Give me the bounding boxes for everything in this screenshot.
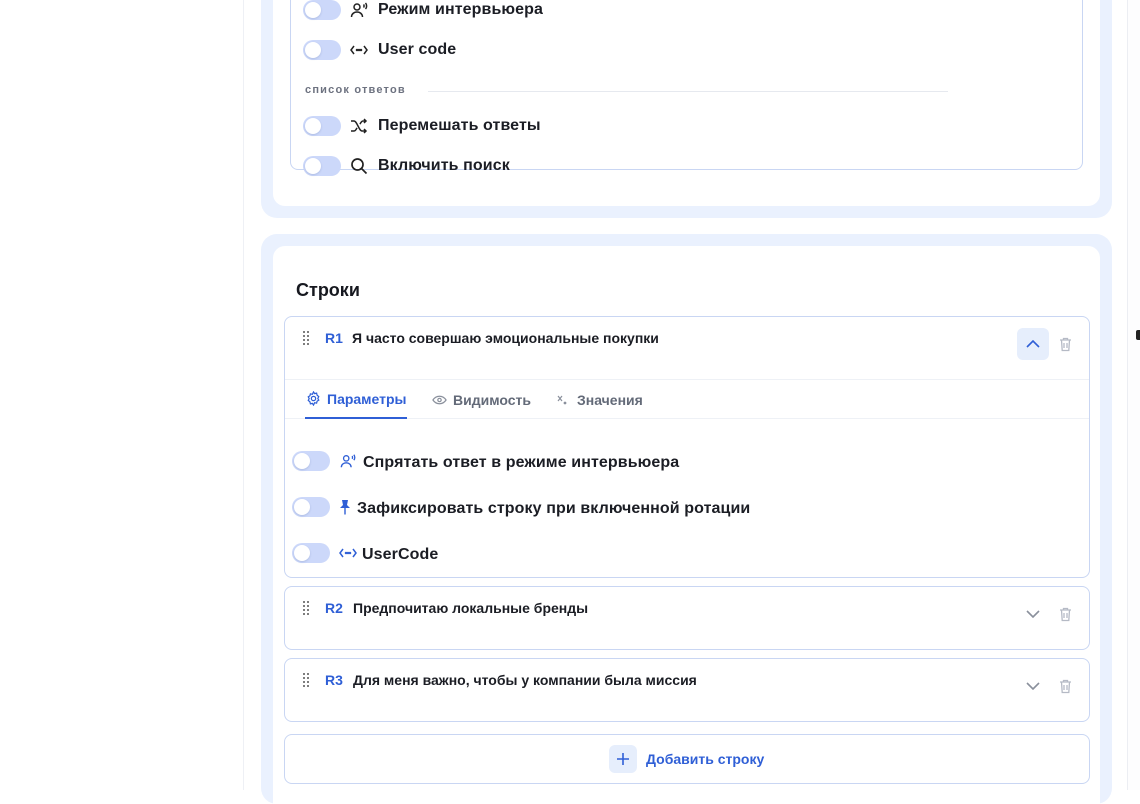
hide-answer-interviewer-toggle[interactable] bbox=[292, 451, 330, 471]
variable-icon bbox=[555, 392, 571, 408]
search-icon bbox=[349, 156, 369, 176]
row-code: R2 bbox=[325, 600, 343, 616]
interviewer-mode-label: Режим интервьюера bbox=[378, 1, 544, 18]
trash-icon bbox=[1059, 337, 1071, 351]
drag-handle-icon[interactable] bbox=[303, 673, 311, 687]
row-item-r1[interactable]: R1 Я часто совершаю эмоциональные покупк… bbox=[284, 316, 1090, 578]
left-panel bbox=[0, 0, 244, 790]
enable-search-toggle[interactable] bbox=[303, 156, 341, 176]
pin-row-rotation-label: Зафиксировать строку при включенной рота… bbox=[357, 500, 751, 517]
row-code: R1 bbox=[325, 330, 343, 346]
eye-icon bbox=[431, 392, 447, 408]
delete-row-button[interactable] bbox=[1057, 335, 1073, 353]
expand-row-button[interactable] bbox=[1017, 670, 1049, 702]
row-tabs: Параметры Видимость Значения bbox=[285, 379, 1089, 419]
row-code: R3 bbox=[325, 672, 343, 688]
chevron-down-icon bbox=[1026, 610, 1040, 618]
row-text[interactable]: Для меня важно, чтобы у компании была ми… bbox=[353, 672, 697, 688]
delete-row-button[interactable] bbox=[1057, 677, 1073, 695]
drag-handle-icon[interactable] bbox=[303, 331, 311, 345]
chevron-up-icon bbox=[1026, 340, 1040, 348]
tab-visibility[interactable]: Видимость bbox=[431, 380, 531, 419]
code-icon bbox=[339, 544, 357, 562]
scrollbar-track[interactable] bbox=[1127, 0, 1140, 790]
tab-values-label: Значения bbox=[577, 391, 643, 408]
pin-row-rotation-toggle[interactable] bbox=[292, 497, 330, 517]
user-code-label: User code bbox=[378, 41, 457, 58]
enable-search-label: Включить поиск bbox=[378, 157, 510, 174]
add-row-button[interactable]: Добавить строку bbox=[284, 734, 1090, 784]
pin-icon bbox=[337, 498, 353, 516]
question-options-card-inner: Режим интервьюера User code список ответ… bbox=[273, 0, 1100, 206]
rows-section-title: Строки bbox=[296, 280, 360, 300]
gear-icon bbox=[305, 391, 321, 407]
tab-parameters[interactable]: Параметры bbox=[305, 380, 407, 419]
rows-card: Строки R1 Я часто совершаю эмоциональные… bbox=[261, 234, 1112, 804]
row-item-r2[interactable]: R2 Предпочитаю локальные бренды bbox=[284, 586, 1090, 650]
drag-handle-icon[interactable] bbox=[303, 601, 311, 615]
interviewer-icon bbox=[349, 0, 369, 20]
shuffle-answers-label: Перемешать ответы bbox=[378, 117, 541, 134]
row-usercode-label: UserCode bbox=[362, 546, 439, 563]
expand-row-button[interactable] bbox=[1017, 598, 1049, 630]
collapse-row-button[interactable] bbox=[1017, 328, 1049, 360]
interviewer-icon bbox=[339, 452, 357, 470]
scrollbar-thumb[interactable] bbox=[1136, 330, 1140, 340]
question-options-box: Режим интервьюера User code список ответ… bbox=[290, 0, 1083, 176]
trash-icon bbox=[1059, 679, 1071, 693]
tab-visibility-label: Видимость bbox=[453, 391, 531, 408]
plus-icon bbox=[609, 745, 637, 773]
section-divider bbox=[428, 91, 948, 92]
rows-card-inner: Строки R1 Я часто совершаю эмоциональные… bbox=[273, 246, 1100, 804]
delete-row-button[interactable] bbox=[1057, 605, 1073, 623]
question-options-card: Режим интервьюера User code список ответ… bbox=[261, 0, 1112, 218]
shuffle-icon bbox=[349, 116, 369, 136]
chevron-down-icon bbox=[1026, 682, 1040, 690]
code-icon bbox=[349, 40, 369, 60]
row-item-r3[interactable]: R3 Для меня важно, чтобы у компании была… bbox=[284, 658, 1090, 722]
hide-answer-interviewer-label: Спрятать ответ в режиме интервьюера bbox=[363, 454, 680, 471]
tab-values[interactable]: Значения bbox=[555, 380, 643, 419]
interviewer-mode-toggle[interactable] bbox=[303, 0, 341, 20]
add-row-label: Добавить строку bbox=[646, 751, 765, 767]
shuffle-answers-toggle[interactable] bbox=[303, 116, 341, 136]
trash-icon bbox=[1059, 607, 1071, 621]
row-text[interactable]: Я часто совершаю эмоциональные покупки bbox=[352, 330, 659, 346]
user-code-toggle[interactable] bbox=[303, 40, 341, 60]
row-text[interactable]: Предпочитаю локальные бренды bbox=[353, 600, 588, 616]
tab-parameters-label: Параметры bbox=[327, 390, 407, 407]
row-usercode-toggle[interactable] bbox=[292, 543, 330, 563]
answers-section-label: список ответов bbox=[305, 84, 406, 96]
